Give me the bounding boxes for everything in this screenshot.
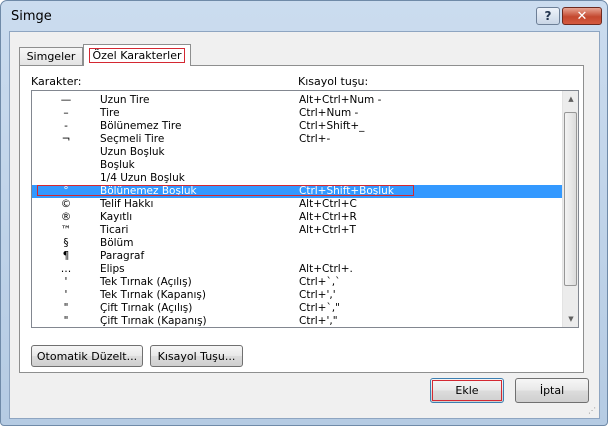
character-symbol: … xyxy=(60,263,72,275)
character-name: Çift Tırnak (Açılış) xyxy=(100,302,193,314)
list-item[interactable]: ¶ Paragraf xyxy=(32,250,563,263)
shortcut-key: Alt+Ctrl+C xyxy=(299,198,357,210)
character-name: Telif Hakkı xyxy=(100,198,154,210)
close-icon: ✕ xyxy=(576,8,588,24)
list-item[interactable]: ™ Ticari Alt+Ctrl+T xyxy=(32,224,563,237)
character-symbol: § xyxy=(63,237,69,249)
character-symbol: ' xyxy=(64,289,68,301)
list-item[interactable]: ° Bölünemez Boşluk Ctrl+Shift+Boşluk xyxy=(32,185,563,198)
shortcut-key: Ctrl+`,` xyxy=(299,276,341,288)
list-item[interactable]: ' Tek Tırnak (Kapanış) Ctrl+',' xyxy=(32,289,563,302)
highlight-outline xyxy=(89,48,185,63)
character-symbol: " xyxy=(63,315,69,327)
list-item[interactable]: – Tire Ctrl+Num - xyxy=(32,107,563,120)
character-name: Ticari xyxy=(100,224,129,236)
list-item[interactable]: ¬ Seçmeli Tire Ctrl+- xyxy=(32,133,563,146)
list-item[interactable]: " Çift Tırnak (Açılış) Ctrl+`," xyxy=(32,302,563,315)
window-title: Simge xyxy=(11,9,52,24)
list-item[interactable]: ® Kayıtlı Alt+Ctrl+R xyxy=(32,211,563,224)
help-icon: ? xyxy=(544,9,552,23)
tab-label: Simgeler xyxy=(26,50,76,63)
shortcut-key: Ctrl+Shift+Boşluk xyxy=(299,185,394,197)
character-name: Uzun Tire xyxy=(100,94,150,106)
resize-grip-icon[interactable]: ⋰ xyxy=(588,406,596,415)
character-symbol: ' xyxy=(64,276,68,288)
character-symbol: - xyxy=(64,120,68,132)
character-name: Çift Tırnak (Kapanış) xyxy=(100,315,207,327)
list-item[interactable]: § Bölüm xyxy=(32,237,563,250)
character-name: Bölüm xyxy=(100,237,134,249)
list-item[interactable]: © Telif Hakkı Alt+Ctrl+C xyxy=(32,198,563,211)
character-name: Bölünemez Boşluk xyxy=(100,185,197,197)
help-button[interactable]: ? xyxy=(536,7,560,25)
character-symbol: ° xyxy=(63,185,69,197)
character-name: Bölünemez Tire xyxy=(100,120,182,132)
tab-panel: Karakter: Kısayol tuşu: " Çift Tırnak (Ka… xyxy=(19,65,584,373)
scroll-down-icon[interactable]: ▼ xyxy=(563,311,578,327)
character-name: Paragraf xyxy=(100,250,145,262)
shortcut-key: Alt+Ctrl+T xyxy=(299,224,356,236)
cancel-button-label: İptal xyxy=(539,384,565,397)
highlight-outline xyxy=(432,380,502,401)
shortcut-key: Ctrl+Shift+_ xyxy=(299,120,365,132)
vertical-scrollbar[interactable]: ▲ ▼ xyxy=(562,91,578,327)
list-item[interactable]: … Elips Alt+Ctrl+. xyxy=(32,263,563,276)
character-name: Tek Tırnak (Kapanış) xyxy=(100,289,206,301)
tab-simgeler[interactable]: Simgeler xyxy=(19,47,83,65)
character-name: Boşluk xyxy=(100,159,135,171)
character-symbol: " xyxy=(63,302,69,314)
character-symbol: ¬ xyxy=(61,133,71,145)
shortcut-key: Ctrl+Num - xyxy=(299,107,359,119)
list-item[interactable]: Uzun Boşluk xyxy=(32,146,563,159)
shortcut-key-button-label: Kısayol Tuşu... xyxy=(157,349,236,363)
character-symbol: © xyxy=(60,198,72,210)
shortcut-key: Ctrl+'," xyxy=(299,315,338,327)
character-name: Tek Tırnak (Açılış) xyxy=(100,276,192,288)
character-symbol: ¶ xyxy=(62,250,70,262)
shortcut-key: Alt+Ctrl+. xyxy=(299,263,353,275)
special-characters-list[interactable]: " Çift Tırnak (Kapanış) Ctrl+'," " Çift Tırn… xyxy=(31,90,579,328)
character-name: Kayıtlı xyxy=(100,211,133,223)
character-name: Elips xyxy=(100,263,125,275)
scrollbar-thumb[interactable] xyxy=(564,112,577,286)
character-name: Tire xyxy=(100,107,120,119)
shortcut-key: Alt+Ctrl+R xyxy=(299,211,357,223)
shortcut-key: Ctrl+- xyxy=(299,133,331,145)
shortcut-key: Ctrl+',' xyxy=(299,289,336,301)
autocorrect-button-label: Otomatik Düzelt... xyxy=(36,349,138,363)
character-symbol: — xyxy=(60,94,72,106)
autocorrect-button[interactable]: Otomatik Düzelt... xyxy=(31,345,143,367)
character-name: 1/4 Uzun Boşluk xyxy=(100,172,185,184)
list-item[interactable]: ' Tek Tırnak (Açılış) Ctrl+`,` xyxy=(32,276,563,289)
character-symbol: – xyxy=(63,107,69,119)
dialog-client-area: Simgeler Özel Karakterler Karakter: Kısa… xyxy=(9,31,600,419)
tab-ozel-karakterler[interactable]: Özel Karakterler xyxy=(83,44,191,66)
insert-button[interactable]: Ekle xyxy=(430,378,504,403)
scroll-up-icon[interactable]: ▲ xyxy=(563,91,578,107)
character-symbol: ™ xyxy=(60,224,72,236)
list-item[interactable]: Boşluk xyxy=(32,159,563,172)
list-item[interactable]: — Uzun Tire Alt+Ctrl+Num - xyxy=(32,94,563,107)
list-item[interactable]: " Çift Tırnak (Kapanış) Ctrl+'," xyxy=(32,315,563,327)
title-bar[interactable]: Simge ? ✕ xyxy=(1,1,607,31)
character-name: Seçmeli Tire xyxy=(100,133,165,145)
shortcut-key: Ctrl+`," xyxy=(299,302,340,314)
shortcut-key-button[interactable]: Kısayol Tuşu... xyxy=(150,345,243,367)
shortcut-column-label: Kısayol tuşu: xyxy=(298,75,369,88)
close-button[interactable]: ✕ xyxy=(562,7,602,25)
character-symbol: ® xyxy=(60,211,72,223)
character-name: Uzun Boşluk xyxy=(100,146,165,158)
dialog-window: Simge ? ✕ Simgeler Özel Karakterler Kara… xyxy=(0,0,608,426)
cancel-button[interactable]: İptal xyxy=(515,378,589,403)
list-item[interactable]: 1/4 Uzun Boşluk xyxy=(32,172,563,185)
character-column-label: Karakter: xyxy=(31,75,82,88)
list-item[interactable]: - Bölünemez Tire Ctrl+Shift+_ xyxy=(32,120,563,133)
shortcut-key: Alt+Ctrl+Num - xyxy=(299,94,382,106)
